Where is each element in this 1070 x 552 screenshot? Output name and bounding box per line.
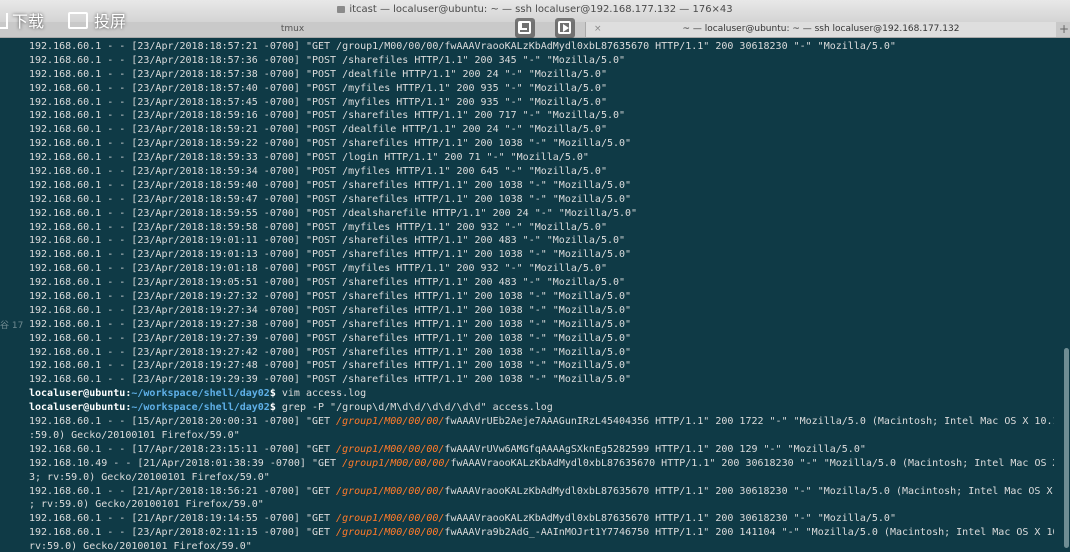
- log-line: 192.168.60.1 - - [23/Apr/2018:19:01:18 -…: [29, 263, 607, 275]
- log-prefix: 192.168.60.1 - - [23/Apr/2018:02:11:15 -…: [29, 527, 337, 539]
- grep-match-line: 192.168.60.1 - - [23/Apr/2018:02:11:15 -…: [29, 526, 1054, 540]
- log-line: 192.168.60.1 - - [23/Apr/2018:19:01:13 -…: [29, 249, 632, 261]
- log-prefix: 192.168.60.1 - - [21/Apr/2018:19:14:55 -…: [29, 513, 337, 525]
- log-line: 192.168.60.1 - - [23/Apr/2018:18:59:34 -…: [29, 166, 607, 178]
- prompt-line: localuser@ubuntu:~/workspace/shell/day02…: [29, 401, 1054, 415]
- log-line: 192.168.60.1 - - [23/Apr/2018:18:59:33 -…: [29, 152, 589, 164]
- match-highlight: /group1/M00/00/00/: [342, 457, 451, 469]
- folder-icon: [337, 6, 346, 13]
- command-text: vim access.log: [281, 388, 367, 400]
- window-title-text: itcast — localuser@ubuntu: ~ — ssh local…: [349, 4, 733, 15]
- download-icon: [0, 13, 8, 29]
- grep-match-line: 192.168.10.49 - - [21/Apr/2018:01:38:39 …: [29, 457, 1054, 471]
- grep-match-line: 192.168.60.1 - - [15/Apr/2018:20:00:31 -…: [29, 415, 1054, 429]
- log-suffix: fwAAAVraooKALzKbAdMydl0xbL87635670 HTTP/…: [450, 457, 1054, 469]
- grep-match-line: 192.168.60.1 - - [17/Apr/2018:23:15:11 -…: [29, 443, 1054, 457]
- log-suffix: fwAAAVra9b2AdG_-AAInMOJrt1Y7746750 HTTP/…: [444, 527, 1054, 539]
- close-icon[interactable]: ×: [594, 22, 602, 37]
- log-line: 192.168.60.1 - - [23/Apr/2018:18:59:16 -…: [29, 110, 626, 122]
- log-line: 192.168.60.1 - - [23/Apr/2018:18:59:55 -…: [29, 207, 638, 219]
- gutter-ghost-text: 谷 17: [0, 321, 24, 331]
- window-title: itcast — localuser@ubuntu: ~ — ssh local…: [0, 4, 1070, 15]
- command-text: grep -P "/group\d/M\d\d/\d\d/\d\d" acces…: [281, 402, 553, 414]
- prompt-line: localuser@ubuntu:~/workspace/shell/day02…: [29, 387, 1054, 401]
- log-line: 192.168.60.1 - - [23/Apr/2018:19:27:34 -…: [29, 304, 632, 316]
- log-suffix: fwAAAVrUVw6AMGfqAAAAgSXknEg5282599 HTTP/…: [444, 443, 866, 455]
- log-line: 192.168.60.1 - - [23/Apr/2018:19:27:42 -…: [29, 346, 632, 358]
- log-line: 192.168.60.1 - - [23/Apr/2018:18:59:58 -…: [29, 221, 607, 233]
- cast-icon: [68, 12, 88, 29]
- log-line: 192.168.60.1 - - [23/Apr/2018:18:59:40 -…: [29, 179, 632, 191]
- match-highlight: /group1/M00/00/00/: [336, 527, 445, 539]
- prompt-user: localuser@ubuntu: [29, 388, 126, 400]
- download-button[interactable]: 下载: [0, 8, 44, 32]
- video-play-icon[interactable]: [555, 18, 575, 38]
- log-line: rv:59.0) Gecko/20100101 Firefox/59.0": [29, 541, 252, 552]
- new-tab-button[interactable]: +: [1058, 22, 1070, 37]
- prompt-path: ~/workspace/shell/day02: [131, 402, 270, 414]
- log-prefix: 192.168.60.1 - - [21/Apr/2018:18:56:21 -…: [29, 485, 337, 497]
- title-bar: itcast — localuser@ubuntu: ~ — ssh local…: [0, 0, 1070, 23]
- log-line: 192.168.60.1 - - [23/Apr/2018:18:57:40 -…: [29, 82, 607, 94]
- terminal-lines: 192.168.60.1 - - [23/Apr/2018:18:57:21 -…: [29, 40, 1054, 552]
- log-line: 192.168.60.1 - - [23/Apr/2018:18:59:22 -…: [29, 138, 632, 150]
- scrollbar-thumb[interactable]: [1064, 348, 1069, 548]
- grep-match-line: 192.168.60.1 - - [21/Apr/2018:18:56:21 -…: [29, 485, 1054, 499]
- log-line: 192.168.60.1 - - [23/Apr/2018:19:27:48 -…: [29, 360, 632, 372]
- terminal-window: itcast — localuser@ubuntu: ~ — ssh local…: [0, 0, 1070, 552]
- log-line: 192.168.60.1 - - [23/Apr/2018:18:59:47 -…: [29, 193, 632, 205]
- log-line: 192.168.60.1 - - [23/Apr/2018:19:05:51 -…: [29, 277, 626, 289]
- prompt-symbol: $: [269, 402, 282, 414]
- prompt-path: ~/workspace/shell/day02: [131, 388, 270, 400]
- log-line: 192.168.60.1 - - [23/Apr/2018:19:29:39 -…: [29, 374, 632, 386]
- log-suffix: fwAAAVraooKALzKbAdMydl0xbL87635670 HTTP/…: [444, 513, 896, 525]
- log-suffix: fwAAAVrUEb2Aeje7AAAGunIRzL45404356 HTTP/…: [444, 416, 1054, 428]
- picture-in-picture-icon[interactable]: [515, 18, 535, 38]
- log-suffix: fwAAAVraooKALzKbAdMydl0xbL87635670 HTTP/…: [444, 485, 1054, 497]
- log-line: 192.168.60.1 - - [23/Apr/2018:18:57:21 -…: [29, 41, 896, 52]
- match-highlight: /group1/M00/00/00/: [336, 416, 445, 428]
- log-line: 192.168.60.1 - - [23/Apr/2018:18:57:45 -…: [29, 96, 607, 108]
- terminal-content[interactable]: 192.168.60.1 - - [23/Apr/2018:18:57:21 -…: [0, 38, 1062, 552]
- tab-bar: tmux × ~ — localuser@ubuntu: ~ — ssh loca…: [0, 22, 1070, 38]
- log-line: 192.168.60.1 - - [23/Apr/2018:18:57:38 -…: [29, 68, 607, 80]
- log-prefix: 192.168.60.1 - - [17/Apr/2018:23:15:11 -…: [29, 443, 337, 455]
- tab-ssh-label: ~ — localuser@ubuntu: ~ — ssh localuser@…: [682, 24, 960, 34]
- log-line: :59.0) Gecko/20100101 Firefox/59.0": [29, 429, 240, 441]
- prompt-user: localuser@ubuntu: [29, 402, 126, 414]
- match-highlight: /group1/M00/00/00/: [336, 443, 445, 455]
- tab-tmux-label: tmux: [280, 24, 305, 34]
- match-highlight: /group1/M00/00/00/: [336, 485, 445, 497]
- log-line: 3; rv:59.0) Gecko/20100101 Firefox/59.0": [29, 471, 270, 483]
- log-line: 192.168.60.1 - - [23/Apr/2018:19:01:11 -…: [29, 235, 626, 247]
- log-line: ; rv:59.0) Gecko/20100101 Firefox/59.0": [29, 499, 264, 511]
- grep-match-line: 192.168.60.1 - - [21/Apr/2018:19:14:55 -…: [29, 512, 1054, 526]
- log-prefix: 192.168.60.1 - - [15/Apr/2018:20:00:31 -…: [29, 416, 337, 428]
- scrollbar[interactable]: [1062, 38, 1070, 552]
- log-line: 192.168.60.1 - - [23/Apr/2018:18:59:21 -…: [29, 124, 607, 136]
- download-label: 下载: [12, 12, 45, 31]
- log-prefix: 192.168.10.49 - - [21/Apr/2018:01:38:39 …: [29, 457, 343, 469]
- log-line: 192.168.60.1 - - [23/Apr/2018:18:57:36 -…: [29, 54, 626, 66]
- log-line: 192.168.60.1 - - [23/Apr/2018:19:27:38 -…: [29, 318, 632, 330]
- log-line: 192.168.60.1 - - [23/Apr/2018:19:27:39 -…: [29, 332, 632, 344]
- tab-ssh[interactable]: × ~ — localuser@ubuntu: ~ — ssh localuser…: [586, 22, 1056, 37]
- log-line: 192.168.60.1 - - [23/Apr/2018:19:27:32 -…: [29, 291, 632, 303]
- cast-button[interactable]: 投屏: [68, 8, 126, 32]
- prompt-symbol: $: [269, 388, 282, 400]
- cast-label: 投屏: [94, 12, 127, 31]
- match-highlight: /group1/M00/00/00/: [336, 513, 445, 525]
